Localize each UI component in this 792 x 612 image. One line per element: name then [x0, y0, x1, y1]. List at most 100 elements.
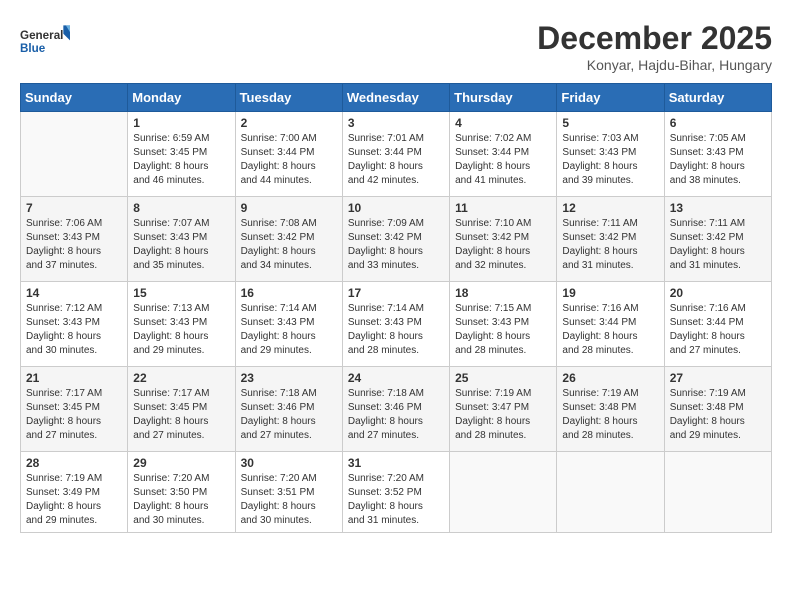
day-info: Sunrise: 7:15 AM Sunset: 3:43 PM Dayligh…	[455, 302, 551, 358]
day-info: Sunrise: 7:08 AM Sunset: 3:42 PM Dayligh…	[241, 217, 337, 273]
day-info: Sunrise: 7:20 AM Sunset: 3:51 PM Dayligh…	[241, 472, 337, 528]
day-number: 29	[133, 456, 229, 470]
calendar-cell: 7 Sunrise: 7:06 AM Sunset: 3:43 PM Daylig…	[21, 197, 128, 282]
week-row-4: 21 Sunrise: 7:17 AM Sunset: 3:45 PM Dayli…	[21, 367, 772, 452]
week-row-5: 28 Sunrise: 7:19 AM Sunset: 3:49 PM Dayli…	[21, 452, 772, 533]
day-info: Sunrise: 7:18 AM Sunset: 3:46 PM Dayligh…	[348, 387, 444, 443]
month-title: December 2025	[537, 20, 772, 57]
day-info: Sunrise: 7:19 AM Sunset: 3:48 PM Dayligh…	[562, 387, 658, 443]
day-info: Sunrise: 7:14 AM Sunset: 3:43 PM Dayligh…	[348, 302, 444, 358]
calendar-cell: 10 Sunrise: 7:09 AM Sunset: 3:42 PM Dayli…	[342, 197, 449, 282]
day-number: 2	[241, 116, 337, 130]
day-number: 14	[26, 286, 122, 300]
calendar-cell: 27Sunrise: 7:19 AM Sunset: 3:48 PM Dayli…	[664, 367, 771, 452]
day-info: Sunrise: 7:19 AM Sunset: 3:48 PM Dayligh…	[670, 387, 766, 443]
calendar-cell: 30 Sunrise: 7:20 AM Sunset: 3:51 PM Dayli…	[235, 452, 342, 533]
calendar-cell: 9 Sunrise: 7:08 AM Sunset: 3:42 PM Daylig…	[235, 197, 342, 282]
day-number: 6	[670, 116, 766, 130]
day-number: 11	[455, 201, 551, 215]
calendar-cell: 4 Sunrise: 7:02 AM Sunset: 3:44 PM Daylig…	[450, 112, 557, 197]
day-number: 13	[670, 201, 766, 215]
calendar-cell: 25Sunrise: 7:19 AM Sunset: 3:47 PM Dayli…	[450, 367, 557, 452]
day-number: 18	[455, 286, 551, 300]
calendar-table: SundayMondayTuesdayWednesdayThursdayFrid…	[20, 83, 772, 533]
column-header-wednesday: Wednesday	[342, 84, 449, 112]
calendar-cell: 15Sunrise: 7:13 AM Sunset: 3:43 PM Dayli…	[128, 282, 235, 367]
location-subtitle: Konyar, Hajdu-Bihar, Hungary	[537, 57, 772, 73]
calendar-cell: 12Sunrise: 7:11 AM Sunset: 3:42 PM Dayli…	[557, 197, 664, 282]
column-header-sunday: Sunday	[21, 84, 128, 112]
day-info: Sunrise: 7:10 AM Sunset: 3:42 PM Dayligh…	[455, 217, 551, 273]
day-number: 21	[26, 371, 122, 385]
calendar-cell: 28 Sunrise: 7:19 AM Sunset: 3:49 PM Dayli…	[21, 452, 128, 533]
calendar-cell	[450, 452, 557, 533]
day-info: Sunrise: 7:06 AM Sunset: 3:43 PM Dayligh…	[26, 217, 122, 273]
day-info: Sunrise: 7:16 AM Sunset: 3:44 PM Dayligh…	[670, 302, 766, 358]
calendar-cell: 2 Sunrise: 7:00 AM Sunset: 3:44 PM Daylig…	[235, 112, 342, 197]
title-block: December 2025 Konyar, Hajdu-Bihar, Hunga…	[537, 20, 772, 73]
calendar-cell: 20 Sunrise: 7:16 AM Sunset: 3:44 PM Dayli…	[664, 282, 771, 367]
day-number: 3	[348, 116, 444, 130]
day-info: Sunrise: 7:05 AM Sunset: 3:43 PM Dayligh…	[670, 132, 766, 188]
column-header-monday: Monday	[128, 84, 235, 112]
calendar-cell: 18 Sunrise: 7:15 AM Sunset: 3:43 PM Dayli…	[450, 282, 557, 367]
day-number: 24	[348, 371, 444, 385]
day-info: Sunrise: 7:09 AM Sunset: 3:42 PM Dayligh…	[348, 217, 444, 273]
header-row: SundayMondayTuesdayWednesdayThursdayFrid…	[21, 84, 772, 112]
day-info: Sunrise: 7:17 AM Sunset: 3:45 PM Dayligh…	[26, 387, 122, 443]
day-number: 23	[241, 371, 337, 385]
calendar-cell: 23 Sunrise: 7:18 AM Sunset: 3:46 PM Dayli…	[235, 367, 342, 452]
calendar-cell: 3 Sunrise: 7:01 AM Sunset: 3:44 PM Daylig…	[342, 112, 449, 197]
day-number: 26	[562, 371, 658, 385]
calendar-cell	[557, 452, 664, 533]
column-header-saturday: Saturday	[664, 84, 771, 112]
column-header-tuesday: Tuesday	[235, 84, 342, 112]
day-info: Sunrise: 7:17 AM Sunset: 3:45 PM Dayligh…	[133, 387, 229, 443]
column-header-friday: Friday	[557, 84, 664, 112]
column-header-thursday: Thursday	[450, 84, 557, 112]
day-info: Sunrise: 7:18 AM Sunset: 3:46 PM Dayligh…	[241, 387, 337, 443]
calendar-cell: 5Sunrise: 7:03 AM Sunset: 3:43 PM Daylig…	[557, 112, 664, 197]
day-number: 28	[26, 456, 122, 470]
day-info: Sunrise: 7:16 AM Sunset: 3:44 PM Dayligh…	[562, 302, 658, 358]
day-info: Sunrise: 7:12 AM Sunset: 3:43 PM Dayligh…	[26, 302, 122, 358]
week-row-1: 1 Sunrise: 6:59 AM Sunset: 3:45 PM Daylig…	[21, 112, 772, 197]
day-info: Sunrise: 7:19 AM Sunset: 3:49 PM Dayligh…	[26, 472, 122, 528]
calendar-cell: 19 Sunrise: 7:16 AM Sunset: 3:44 PM Dayli…	[557, 282, 664, 367]
calendar-cell: 17 Sunrise: 7:14 AM Sunset: 3:43 PM Dayli…	[342, 282, 449, 367]
day-info: Sunrise: 7:02 AM Sunset: 3:44 PM Dayligh…	[455, 132, 551, 188]
day-info: Sunrise: 7:03 AM Sunset: 3:43 PM Dayligh…	[562, 132, 658, 188]
day-number: 1	[133, 116, 229, 130]
day-info: Sunrise: 6:59 AM Sunset: 3:45 PM Dayligh…	[133, 132, 229, 188]
day-number: 17	[348, 286, 444, 300]
logo: General Blue	[20, 20, 70, 65]
day-number: 20	[670, 286, 766, 300]
day-number: 4	[455, 116, 551, 130]
calendar-cell: 31 Sunrise: 7:20 AM Sunset: 3:52 PM Dayli…	[342, 452, 449, 533]
day-info: Sunrise: 7:07 AM Sunset: 3:43 PM Dayligh…	[133, 217, 229, 273]
day-number: 9	[241, 201, 337, 215]
day-info: Sunrise: 7:00 AM Sunset: 3:44 PM Dayligh…	[241, 132, 337, 188]
day-number: 31	[348, 456, 444, 470]
day-number: 30	[241, 456, 337, 470]
day-info: Sunrise: 7:01 AM Sunset: 3:44 PM Dayligh…	[348, 132, 444, 188]
calendar-cell: 21 Sunrise: 7:17 AM Sunset: 3:45 PM Dayli…	[21, 367, 128, 452]
calendar-cell	[21, 112, 128, 197]
day-info: Sunrise: 7:20 AM Sunset: 3:52 PM Dayligh…	[348, 472, 444, 528]
day-number: 19	[562, 286, 658, 300]
day-number: 16	[241, 286, 337, 300]
day-number: 25	[455, 371, 551, 385]
day-number: 22	[133, 371, 229, 385]
day-number: 15	[133, 286, 229, 300]
day-number: 8	[133, 201, 229, 215]
calendar-cell: 11 Sunrise: 7:10 AM Sunset: 3:42 PM Dayli…	[450, 197, 557, 282]
day-number: 10	[348, 201, 444, 215]
day-number: 7	[26, 201, 122, 215]
calendar-cell: 29 Sunrise: 7:20 AM Sunset: 3:50 PM Dayli…	[128, 452, 235, 533]
logo-svg: General Blue	[20, 20, 70, 65]
day-info: Sunrise: 7:20 AM Sunset: 3:50 PM Dayligh…	[133, 472, 229, 528]
day-info: Sunrise: 7:11 AM Sunset: 3:42 PM Dayligh…	[670, 217, 766, 273]
svg-text:General: General	[20, 29, 63, 42]
calendar-cell: 1 Sunrise: 6:59 AM Sunset: 3:45 PM Daylig…	[128, 112, 235, 197]
calendar-cell: 16Sunrise: 7:14 AM Sunset: 3:43 PM Dayli…	[235, 282, 342, 367]
